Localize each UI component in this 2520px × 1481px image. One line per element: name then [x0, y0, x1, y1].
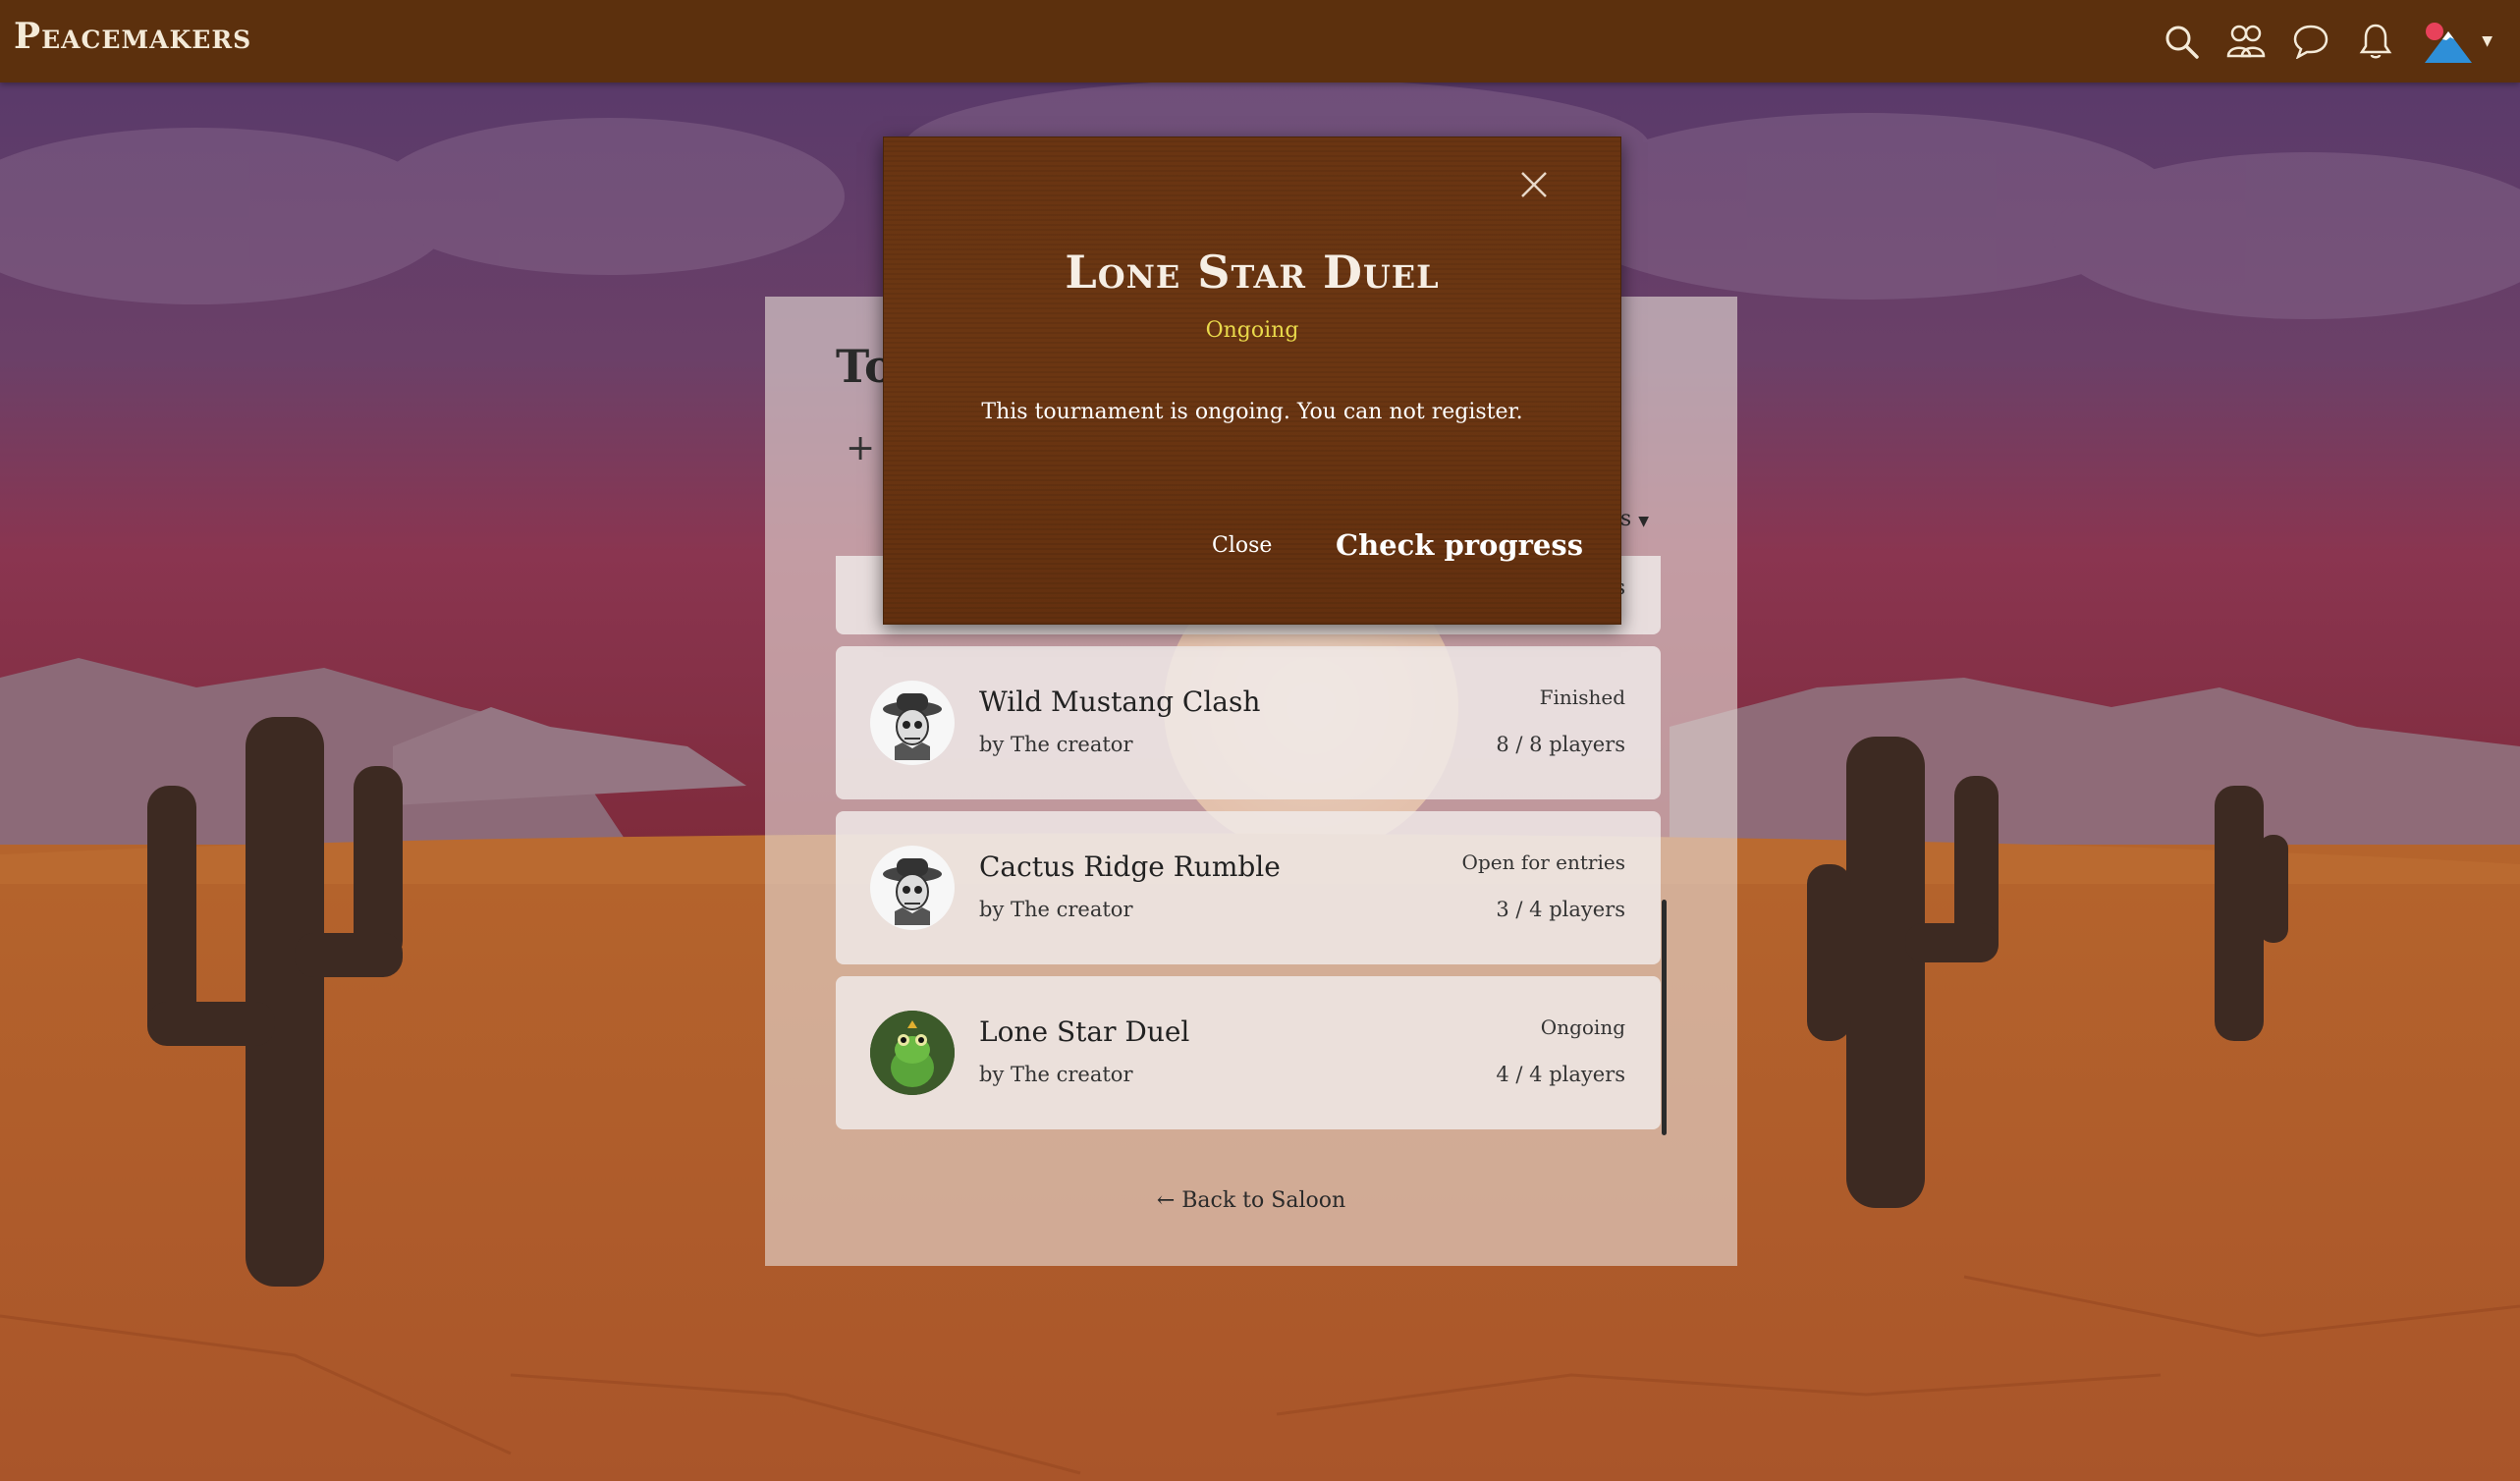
- list-item[interactable]: Lone Star Duel by The creator Ongoing 4 …: [836, 976, 1661, 1129]
- close-button[interactable]: Close: [1212, 533, 1272, 558]
- status-badge: Open for entries: [1461, 850, 1625, 874]
- user-avatar[interactable]: [2421, 20, 2477, 63]
- bell-icon[interactable]: [2356, 22, 2395, 61]
- tournament-name: Wild Mustang Clash: [979, 686, 1261, 718]
- close-icon[interactable]: [1516, 167, 1552, 202]
- list-item[interactable]: Wild Mustang Clash by The creator Finish…: [836, 646, 1661, 799]
- list-item[interactable]: Cactus Ridge Rumble by The creator Open …: [836, 811, 1661, 964]
- tournament-modal: Lone Star Duel Ongoing This tournament i…: [883, 137, 1621, 625]
- modal-title: Lone Star Duel: [1065, 246, 1440, 299]
- user-menu[interactable]: ▼: [2421, 20, 2493, 63]
- friends-icon[interactable]: [2226, 22, 2266, 61]
- tournament-list: s Wild Mustang Clash by The creator Fini…: [836, 556, 1661, 1141]
- search-icon[interactable]: [2162, 22, 2201, 61]
- tournament-name: Cactus Ridge Rumble: [979, 850, 1281, 883]
- check-progress-button[interactable]: Check progress: [1336, 528, 1583, 562]
- player-count: 4 / 4 players: [1496, 1063, 1625, 1086]
- navbar-icons: ▼: [2162, 10, 2493, 73]
- skull-cowboy-avatar: [870, 681, 955, 765]
- chevron-down-icon[interactable]: ▼: [2482, 33, 2493, 49]
- list-scrollbar[interactable]: [1662, 900, 1667, 1135]
- brand-logo[interactable]: Peacemakers: [14, 16, 251, 57]
- skull-cowboy-avatar: [870, 846, 955, 930]
- modal-status: Ongoing: [1205, 318, 1299, 343]
- tournament-creator: by The creator: [979, 733, 1133, 756]
- top-navbar: Peacemakers ▼: [0, 0, 2520, 82]
- status-badge: Finished: [1539, 686, 1625, 709]
- tournament-name: Lone Star Duel: [979, 1015, 1190, 1048]
- tournament-creator: by The creator: [979, 1063, 1133, 1086]
- frog-avatar: [870, 1011, 955, 1095]
- new-tournament-button[interactable]: +: [846, 428, 875, 468]
- player-count: 3 / 4 players: [1496, 898, 1625, 921]
- back-to-saloon-link[interactable]: ← Back to Saloon: [765, 1188, 1737, 1213]
- chevron-down-icon: ▼: [1638, 514, 1649, 529]
- modal-message: This tournament is ongoing. You can not …: [981, 400, 1523, 424]
- tournament-creator: by The creator: [979, 898, 1133, 921]
- status-badge: Ongoing: [1540, 1015, 1625, 1039]
- player-count: 8 / 8 players: [1496, 733, 1625, 756]
- chat-icon[interactable]: [2291, 22, 2330, 61]
